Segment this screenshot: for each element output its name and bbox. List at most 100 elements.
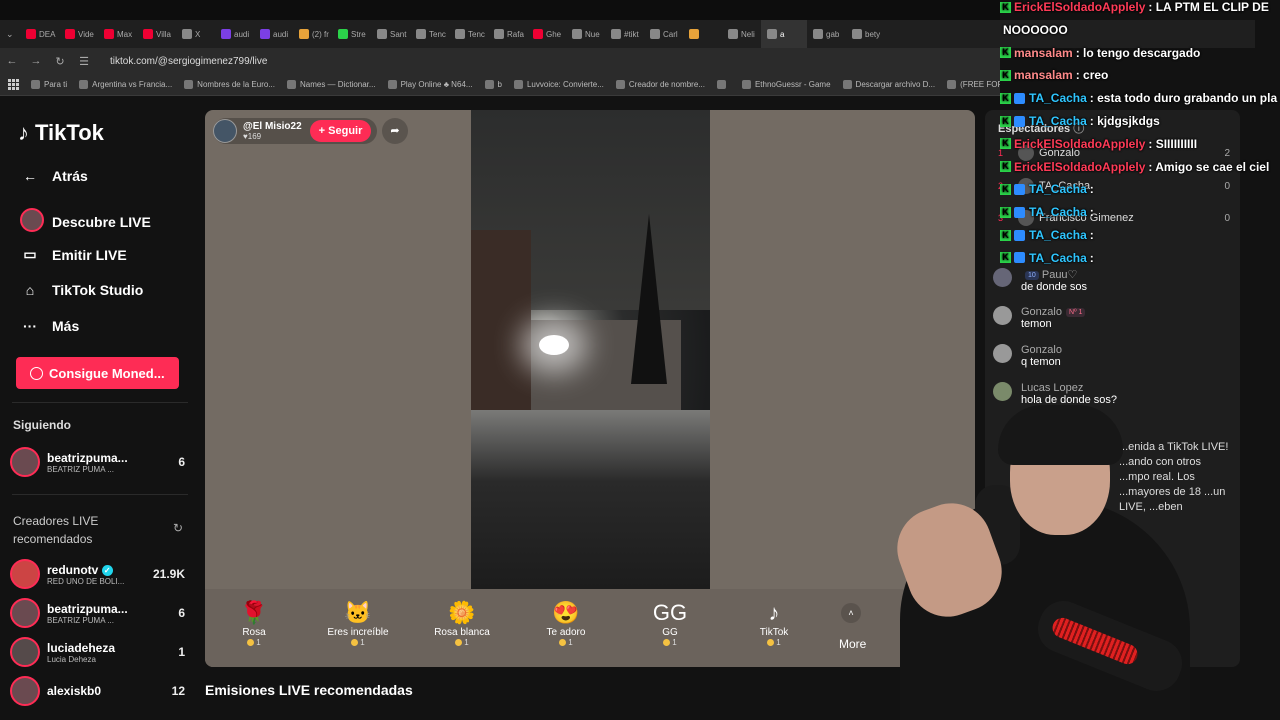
bookmark[interactable]: [716, 80, 730, 89]
nav-go-live[interactable]: ▭ Emitir LIVE: [20, 246, 126, 263]
tab-favicon-icon: [65, 29, 75, 39]
bookmark[interactable]: Descargar archivo D...: [842, 80, 935, 89]
following-account[interactable]: beatrizpuma... BEATRIZ PUMA ... 6: [10, 445, 185, 479]
tab-label: Tenc: [429, 29, 446, 39]
bookmark[interactable]: Play Online ♣ N64...: [387, 80, 473, 89]
browser-tab[interactable]: Carl: [644, 20, 683, 48]
tab-favicon-icon: [611, 29, 621, 39]
nav-back[interactable]: ← Atrás: [20, 168, 88, 184]
bookmark[interactable]: Argentina vs Francia...: [79, 80, 172, 89]
gift-icon: 🌼: [448, 600, 476, 625]
bookmark[interactable]: Luvvoice: Convierte...: [513, 80, 604, 89]
recommended-title: Emisiones LIVE recomendadas: [205, 682, 413, 698]
chat-message[interactable]: Gonzalo q temon: [993, 344, 1233, 368]
platform-icon: [1014, 115, 1025, 127]
gift-icon: ♪: [768, 600, 780, 625]
creator-account[interactable]: alexiskb0 12: [10, 674, 185, 708]
bookmark[interactable]: (FREE FOR PROFIT): [947, 80, 1000, 89]
gift-item[interactable]: 🌹 Rosa 1: [209, 599, 299, 647]
nav-more[interactable]: ··· Más: [20, 318, 79, 334]
bookmark-icon: [31, 80, 40, 89]
tab-favicon-icon: [377, 29, 387, 39]
browser-tab[interactable]: gab: [807, 20, 846, 48]
browser-tab[interactable]: #tikt: [605, 20, 644, 48]
gift-item[interactable]: 🐱 Eres increíble 1: [313, 599, 403, 647]
browser-tab[interactable]: Nue: [566, 20, 605, 48]
browser-tab[interactable]: Stre: [332, 20, 371, 48]
chat-text: temon: [1021, 318, 1052, 330]
kick-icon: K: [1000, 1, 1011, 13]
overlay-text: :: [1089, 250, 1094, 265]
forward-icon[interactable]: →: [24, 55, 48, 67]
creator-account[interactable]: luciadeheza Lucia Deheza 1: [10, 635, 185, 669]
nav-back-label: Atrás: [52, 168, 88, 184]
gift-label: Te adoro: [546, 627, 586, 638]
refresh-icon[interactable]: ↻: [173, 521, 183, 535]
overlay-text: : esta todo duro grabando un pla: [1089, 91, 1278, 106]
browser-tab[interactable]: Tenc: [410, 20, 449, 48]
bookmark[interactable]: Creador de nombre...: [615, 80, 705, 89]
tab-label: Tenc: [468, 29, 485, 39]
streamer-hair: [998, 405, 1123, 465]
follow-button[interactable]: + Seguir: [309, 120, 372, 142]
chat-message[interactable]: Gonzalo Nº 1 temon: [993, 306, 1233, 330]
chat-user-name: Gonzalo: [1021, 306, 1062, 318]
gift-item[interactable]: 😍 Te adoro 1: [521, 599, 611, 647]
share-icon[interactable]: ➦: [382, 118, 408, 144]
browser-tab[interactable]: Neli: [722, 20, 761, 48]
platform-icon: [1014, 183, 1025, 195]
overlay-chat-message: K ErickElSoldadoApplely: SIIIIIIIIII: [1000, 133, 1197, 155]
browser-tab[interactable]: audi: [254, 20, 293, 48]
browser-tab[interactable]: bety: [846, 20, 885, 48]
browser-tab[interactable]: Max: [98, 20, 137, 48]
creator-account[interactable]: redunotv ✓ RED UNO DE BOLI... 21.9K: [10, 557, 185, 591]
reload-icon[interactable]: ↻: [48, 55, 72, 68]
nav-discover-live[interactable]: Descubre LIVE: [20, 208, 151, 235]
chat-message[interactable]: Lucas Lopez hola de donde sos?: [993, 382, 1233, 406]
browser-tab[interactable]: Villa: [137, 20, 176, 48]
tiktok-logo[interactable]: ♪ TikTok: [18, 120, 104, 146]
tiktok-note-icon: ♪: [18, 120, 29, 145]
bookmark[interactable]: Names — Dictionar...: [286, 80, 376, 89]
gift-item[interactable]: 🌼 Rosa blanca 1: [417, 599, 507, 647]
gift-item[interactable]: GG GG 1: [625, 599, 715, 647]
browser-tab[interactable]: Rafa: [488, 20, 527, 48]
browser-tab[interactable]: Vide: [59, 20, 98, 48]
creator-account[interactable]: beatrizpuma... BEATRIZ PUMA ... 6: [10, 596, 185, 630]
account-name: luciadeheza: [47, 640, 116, 655]
host-info[interactable]: @El Misio22 ♥169 + Seguir: [213, 118, 378, 144]
site-info-icon[interactable]: ☰: [72, 55, 96, 68]
more-dots-icon: ···: [23, 318, 37, 334]
screen: ⌄ DEA Vide Max Villa Xaudi audi (2) fr Stre Sant T…: [0, 0, 1280, 720]
browser-tab[interactable]: DEA: [20, 20, 59, 48]
live-video[interactable]: [471, 110, 710, 589]
tab-label: Neli: [741, 29, 755, 39]
platform-icon: [1014, 92, 1025, 104]
gift-item[interactable]: ♪ TikTok 1: [729, 599, 819, 647]
back-icon[interactable]: ←: [0, 55, 24, 67]
browser-tab[interactable]: X: [176, 20, 215, 48]
tab-list-chevron-icon[interactable]: ⌄: [6, 29, 20, 40]
avatar: [993, 306, 1012, 325]
apps-grid-icon[interactable]: [8, 78, 19, 91]
browser-tab[interactable]: a: [761, 20, 807, 48]
browser-tab[interactable]: Ghe: [527, 20, 566, 48]
bookmark[interactable]: EthnoGuessr - Game: [741, 80, 831, 89]
url-field[interactable]: tiktok.com/@sergiogimenez799/live: [110, 56, 267, 67]
level-badge: 10: [1025, 270, 1039, 280]
overlay-user: TA_Cacha: [1029, 182, 1087, 197]
bookmark[interactable]: b: [484, 80, 502, 89]
chevron-up-icon[interactable]: ˄: [841, 603, 861, 623]
bookmark[interactable]: Nombres de la Euro...: [184, 80, 275, 89]
browser-tab[interactable]: audi: [215, 20, 254, 48]
browser-tab[interactable]: Tenc: [449, 20, 488, 48]
bookmark-label: Argentina vs Francia...: [92, 80, 173, 89]
browser-tab[interactable]: [683, 20, 722, 48]
chat-message[interactable]: 10 Pauu♡ de donde sos: [993, 268, 1233, 293]
bookmark[interactable]: Para ti: [31, 80, 67, 89]
browser-tab[interactable]: Sant: [371, 20, 410, 48]
get-coins-button[interactable]: Consigue Moned...: [16, 357, 179, 389]
tab-favicon-icon: [689, 29, 699, 39]
browser-tab[interactable]: (2) fr: [293, 20, 332, 48]
nav-tiktok-studio[interactable]: ⌂ TikTok Studio: [20, 282, 144, 298]
